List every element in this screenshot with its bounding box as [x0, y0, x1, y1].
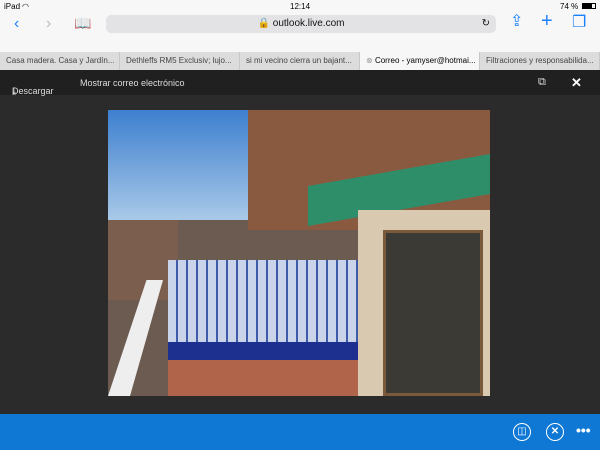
attachment-toolbar: ⤓ Descargar Mostrar correo electrónico ⧉… — [0, 70, 600, 96]
show-email-button[interactable]: Mostrar correo electrónico — [80, 78, 185, 88]
close-icon[interactable]: ✕ — [571, 75, 582, 91]
tab[interactable]: Filtraciones y responsabilida... — [480, 52, 600, 70]
battery-icon — [582, 3, 596, 9]
reload-icon[interactable]: ↻ — [482, 15, 490, 33]
browser-toolbar: ‹ › 📖 🔒 outlook.live.com ↻ ⇪ + ❐ — [0, 11, 600, 52]
more-icon[interactable]: ••• — [576, 422, 591, 438]
tabs-icon[interactable]: ❐ — [572, 15, 586, 31]
battery-level: 74 % — [560, 2, 579, 11]
tab-label: Correo - yamyser@hotmai... — [374, 56, 476, 65]
new-tab-icon[interactable]: + — [541, 11, 553, 31]
url-text: outlook.live.com — [272, 18, 345, 29]
attachment-image — [108, 110, 490, 396]
clock: 12:14 — [290, 2, 311, 11]
back-icon[interactable]: ‹ — [14, 16, 19, 32]
tab[interactable]: Casa madera. Casa y Jardín... — [0, 52, 120, 70]
share-icon[interactable]: ⇪ — [510, 14, 523, 30]
tab-label: Filtraciones y responsabilida... — [486, 56, 594, 65]
status-bar: iPad ◠ 12:14 74 % — [0, 0, 600, 12]
close-circle-icon[interactable]: ✕ — [546, 423, 564, 441]
popout-icon[interactable]: ⧉ — [538, 76, 546, 89]
bookmarks-icon[interactable]: 📖 — [74, 15, 91, 31]
tab-active[interactable]: ⊗ Correo - yamyser@hotmai... — [360, 52, 480, 70]
tab-label: Casa madera. Casa y Jardín... — [6, 56, 115, 65]
view-icon[interactable]: ◫ — [513, 423, 531, 441]
tab[interactable]: Dethleffs RM5 Exclusiv; lujo... — [120, 52, 240, 70]
address-bar[interactable]: 🔒 outlook.live.com ↻ — [106, 15, 496, 33]
download-label: Descargar — [12, 86, 54, 96]
tab[interactable]: si mi vecino cierra un bajant... — [240, 52, 360, 70]
tab-label: Dethleffs RM5 Exclusiv; lujo... — [126, 56, 232, 65]
wifi-icon: ◠ — [22, 2, 29, 11]
device-label: iPad — [4, 2, 21, 11]
close-tab-icon[interactable]: ⊗ — [366, 56, 373, 65]
bottom-toolbar: ◫ ✕ ••• — [0, 414, 600, 450]
tab-bar: Casa madera. Casa y Jardín... Dethleffs … — [0, 52, 600, 70]
forward-icon[interactable]: › — [46, 16, 51, 32]
tab-label: si mi vecino cierra un bajant... — [246, 56, 352, 65]
